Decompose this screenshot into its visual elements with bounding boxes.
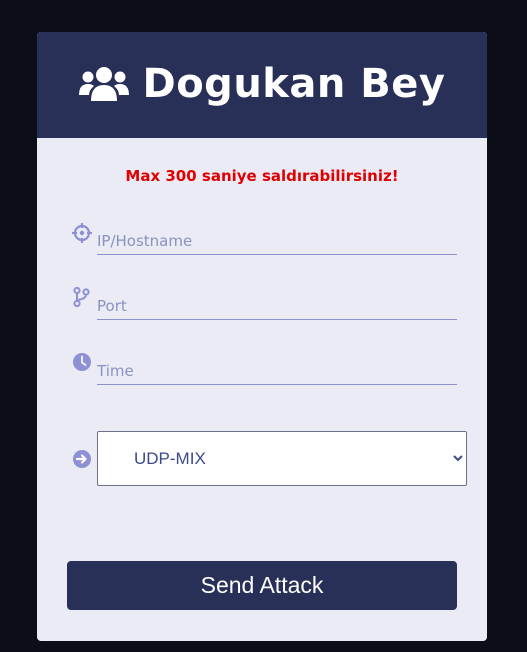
crosshair-icon [72, 223, 92, 243]
card-header: Dogukan Bey [37, 32, 487, 138]
host-field [72, 218, 457, 258]
port-input[interactable] [97, 293, 457, 320]
clock-icon [73, 353, 91, 371]
max-duration-warning: Max 300 saniye saldırabilirsiniz! [125, 167, 399, 185]
method-field: UDP-MIX [72, 431, 467, 487]
time-field [72, 348, 457, 388]
port-field [72, 283, 457, 323]
method-select[interactable]: UDP-MIX [97, 431, 467, 486]
host-input[interactable] [97, 228, 457, 255]
time-input[interactable] [97, 358, 457, 385]
arrow-circle-right-icon [73, 450, 91, 468]
send-attack-button[interactable]: Send Attack [67, 561, 457, 610]
attack-form-card: Dogukan Bey Max 300 saniye saldırabilirs… [37, 32, 487, 641]
header-content: Dogukan Bey [78, 61, 446, 107]
code-branch-icon [73, 287, 90, 307]
users-icon [78, 67, 129, 101]
page-title: Dogukan Bey [142, 61, 446, 107]
